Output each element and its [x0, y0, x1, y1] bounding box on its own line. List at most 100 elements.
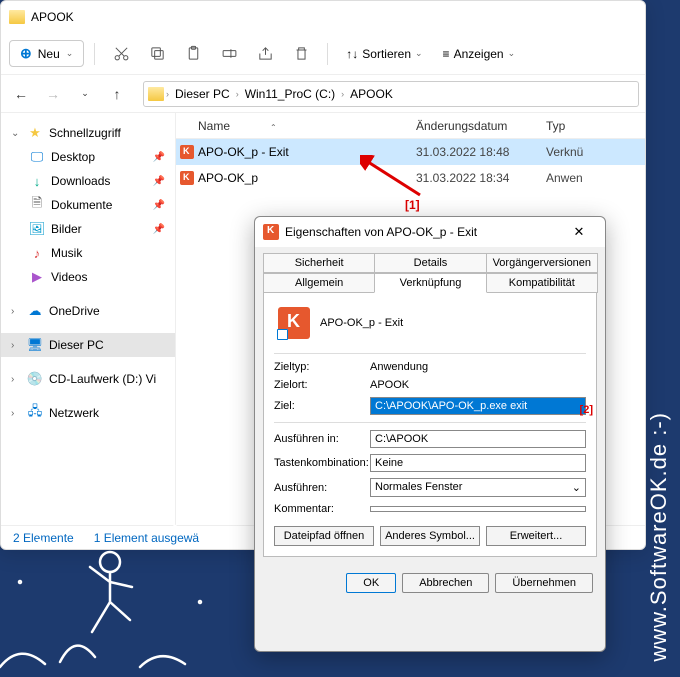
chevron-icon: ›	[166, 89, 169, 99]
input-target[interactable]: C:\APOOK\APO-OK_p.exe exit	[370, 397, 586, 415]
chevron-down-icon: ⌄	[572, 481, 581, 494]
share-button[interactable]	[249, 40, 281, 68]
separator	[274, 422, 586, 423]
disc-icon: 💿	[27, 371, 43, 387]
expand-icon: ⌄	[11, 128, 21, 139]
watermark: www.SoftwareOK.de :-)	[646, 412, 672, 662]
sidebar-item-pictures[interactable]: 🖼Bilder📌	[1, 217, 175, 241]
star-icon: ★	[27, 125, 43, 141]
rename-button[interactable]	[213, 40, 245, 68]
dialog-title: Eigenschaften von APO-OK_p - Exit	[285, 225, 555, 239]
app-icon	[263, 224, 279, 240]
chevron-down-icon: ⌄	[66, 48, 74, 59]
nav-bar: ← → ⌄ ↑ › Dieser PC › Win11_ProC (C:) › …	[1, 75, 645, 113]
file-date: 31.03.2022 18:48	[416, 145, 546, 159]
breadcrumb-seg[interactable]: APOOK	[346, 85, 397, 103]
new-button[interactable]: ⊕ Neu ⌄	[9, 40, 84, 67]
col-type[interactable]: Typ	[546, 119, 645, 133]
pin-icon: 📌	[153, 200, 165, 211]
shortcut-name: APO-OK_p - Exit	[320, 317, 403, 329]
sidebar-label: Musik	[51, 246, 82, 260]
folder-icon	[148, 87, 164, 101]
sidebar-label: Netzwerk	[49, 406, 99, 420]
tab-security[interactable]: Sicherheit	[263, 253, 375, 273]
tab-general[interactable]: Allgemein	[263, 273, 375, 293]
close-button[interactable]: ✕	[561, 218, 597, 246]
document-icon: 🗎	[29, 197, 45, 213]
file-name: APO-OK_p	[198, 171, 416, 185]
app-icon	[176, 145, 198, 159]
pin-icon: 📌	[153, 176, 165, 187]
sort-button[interactable]: ↑↓ Sortieren ⌄	[338, 43, 430, 65]
open-file-location-button[interactable]: Dateipfad öffnen	[274, 526, 374, 546]
address-bar[interactable]: › Dieser PC › Win11_ProC (C:) › APOOK	[143, 81, 639, 107]
change-icon-button[interactable]: Anderes Symbol...	[380, 526, 480, 546]
pin-icon: 📌	[153, 224, 165, 235]
value-zieltyp: Anwendung	[370, 361, 586, 373]
sidebar-item-videos[interactable]: ▶Videos	[1, 265, 175, 289]
advanced-button[interactable]: Erweitert...	[486, 526, 586, 546]
dialog-titlebar: Eigenschaften von APO-OK_p - Exit ✕	[255, 217, 605, 247]
sidebar-item-documents[interactable]: 🗎 Dokumente 📌	[1, 193, 175, 217]
forward-button[interactable]: →	[39, 80, 67, 108]
col-name[interactable]: Name⌃	[176, 119, 416, 133]
plus-icon: ⊕	[20, 45, 32, 62]
sidebar-label: Dokumente	[51, 198, 112, 212]
folder-icon	[9, 10, 25, 24]
status-count: 2 Elemente	[13, 531, 74, 545]
explorer-toolbar: ⊕ Neu ⌄ ↑↓ Sortieren ⌄ ≡ Anzeigen ⌄	[1, 33, 645, 75]
dialog-buttons: OK Abbrechen Übernehmen	[255, 565, 605, 601]
cancel-button[interactable]: Abbrechen	[402, 573, 489, 593]
input-start-in[interactable]: C:\APOOK	[370, 430, 586, 448]
recent-button[interactable]: ⌄	[71, 80, 99, 108]
chevron-icon: ›	[341, 89, 344, 99]
up-button[interactable]: ↑	[103, 80, 131, 108]
input-shortcut-key[interactable]: Keine	[370, 454, 586, 472]
pc-icon: 🖥	[27, 337, 43, 353]
back-button[interactable]: ←	[7, 80, 35, 108]
sidebar-item-downloads[interactable]: ↓Downloads📌	[1, 169, 175, 193]
select-run[interactable]: Normales Fenster⌄	[370, 478, 586, 497]
sidebar-item-music[interactable]: ♪Musik	[1, 241, 175, 265]
file-date: 31.03.2022 18:34	[416, 171, 546, 185]
view-icon: ≡	[443, 47, 450, 61]
file-row[interactable]: APO-OK_p - Exit 31.03.2022 18:48 Verknü	[176, 139, 645, 165]
sidebar-label: Desktop	[51, 150, 95, 164]
label-kommentar: Kommentar:	[274, 503, 370, 515]
label-ziel: Ziel:	[274, 400, 370, 412]
tab-details[interactable]: Details	[374, 253, 486, 273]
tab-previous-versions[interactable]: Vorgängerversionen	[486, 253, 598, 273]
sidebar-onedrive[interactable]: ›☁OneDrive	[1, 299, 175, 323]
sidebar-quick-access[interactable]: ⌄★Schnellzugriff	[1, 121, 175, 145]
breadcrumb-seg[interactable]: Dieser PC	[171, 85, 234, 103]
label-ausfuehren: Ausführen:	[274, 482, 370, 494]
breadcrumb-seg[interactable]: Win11_ProC (C:)	[241, 85, 339, 103]
sidebar-item-desktop[interactable]: 🖵Desktop📌	[1, 145, 175, 169]
cut-button[interactable]	[105, 40, 137, 68]
tab-row-top: Sicherheit Details Vorgängerversionen	[255, 247, 605, 273]
file-type: Anwen	[546, 171, 583, 185]
input-comment[interactable]	[370, 506, 586, 512]
copy-button[interactable]	[141, 40, 173, 68]
tab-compatibility[interactable]: Kompatibilität	[486, 273, 598, 293]
ok-button[interactable]: OK	[346, 573, 396, 593]
col-date[interactable]: Änderungsdatum	[416, 119, 546, 133]
paste-button[interactable]	[177, 40, 209, 68]
sidebar-cd-drive[interactable]: ›💿CD-Laufwerk (D:) Vi	[1, 367, 175, 391]
delete-button[interactable]	[285, 40, 317, 68]
properties-dialog: Eigenschaften von APO-OK_p - Exit ✕ Sich…	[254, 216, 606, 652]
tab-content: APO-OK_p - Exit Zieltyp:Anwendung Zielor…	[263, 293, 597, 557]
network-icon: 🖧	[27, 405, 43, 421]
pictures-icon: 🖼	[29, 221, 45, 237]
sidebar-network[interactable]: ›🖧Netzwerk	[1, 401, 175, 425]
file-row[interactable]: APO-OK_p 31.03.2022 18:34 Anwen	[176, 165, 645, 191]
view-button[interactable]: ≡ Anzeigen ⌄	[435, 43, 524, 65]
separator	[274, 353, 586, 354]
chevron-down-icon: ⌄	[415, 48, 423, 59]
sidebar: ⌄★Schnellzugriff 🖵Desktop📌 ↓Downloads📌 🗎…	[1, 113, 176, 525]
sidebar-label: Downloads	[51, 174, 110, 188]
apply-button[interactable]: Übernehmen	[495, 573, 593, 593]
sidebar-thispc[interactable]: ›🖥Dieser PC	[1, 333, 175, 357]
tab-shortcut[interactable]: Verknüpfung	[374, 273, 486, 293]
video-icon: ▶	[29, 269, 45, 285]
